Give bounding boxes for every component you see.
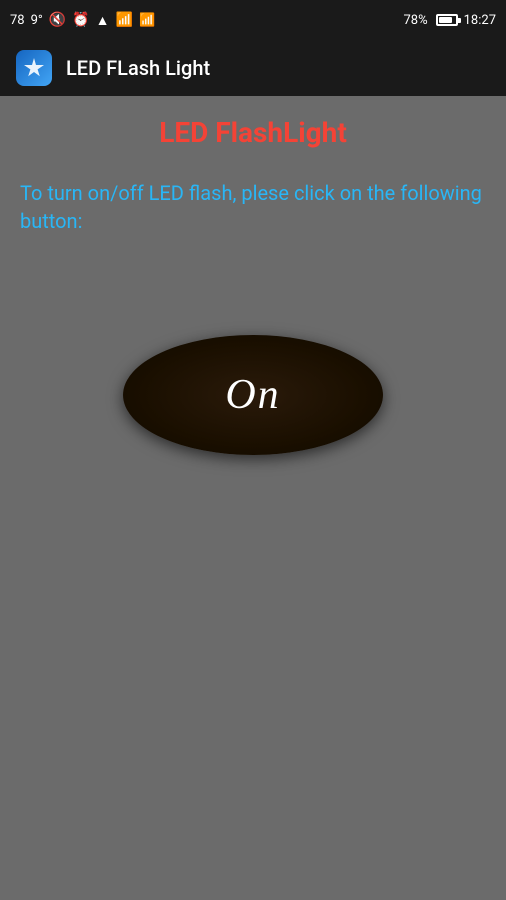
temperature-display: 9° [31,13,43,28]
status-number: 78 [10,13,25,28]
battery-percent: 78% [403,13,427,28]
flashlight-icon [24,58,44,78]
toggle-button-label: On [225,371,280,419]
toggle-button-container: On [20,335,486,455]
lte-icon: 📶 [139,13,155,28]
mute-icon: 🔇 [49,12,66,28]
instruction-text: To turn on/off LED flash, plese click on… [20,179,486,235]
signal-icon: 📶 [116,12,133,28]
main-content: LED FlashLight To turn on/off LED flash,… [0,96,506,900]
status-bar-left: 78 9° 🔇 ⏰ ▲ 📶 📶 [10,12,155,29]
status-bar-right: 78% 18:27 [403,13,496,28]
wifi-icon: ▲ [96,12,110,29]
status-bar: 78 9° 🔇 ⏰ ▲ 📶 📶 78% 18:27 [0,0,506,40]
alarm-icon: ⏰ [72,12,89,28]
app-bar: LED FLash Light [0,40,506,96]
app-bar-title: LED FLash Light [66,56,210,80]
clock: 18:27 [464,13,496,28]
page-title: LED FlashLight [20,116,486,149]
on-off-button[interactable]: On [123,335,383,455]
battery-icon [436,14,458,26]
app-icon [16,50,52,86]
